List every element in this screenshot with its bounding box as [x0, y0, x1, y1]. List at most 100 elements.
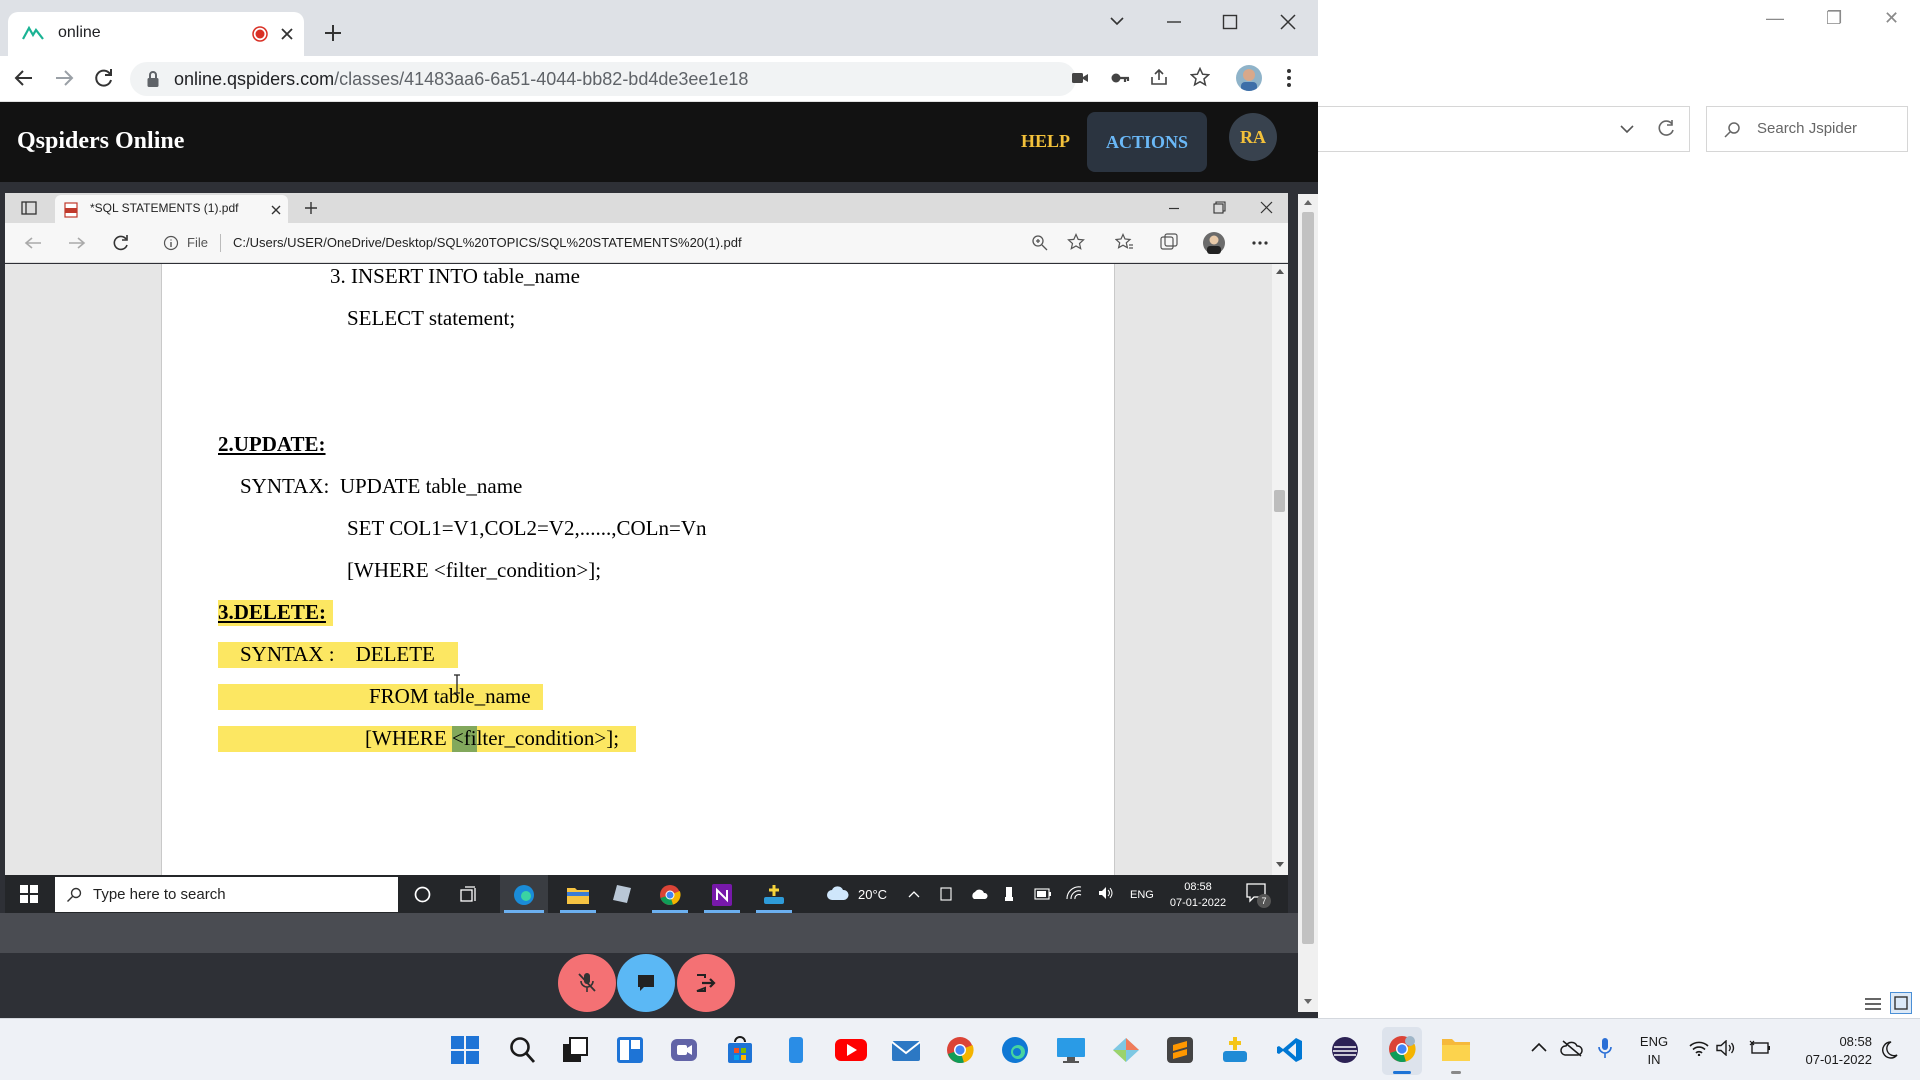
onedrive-icon[interactable]	[970, 889, 988, 900]
info-icon[interactable]	[163, 235, 179, 251]
search-input[interactable]: Search Jspider	[1706, 106, 1908, 152]
battery-icon[interactable]	[1034, 888, 1052, 900]
back-icon[interactable]	[24, 236, 42, 250]
sublime-text-icon[interactable]	[1166, 1036, 1194, 1064]
app-icon[interactable]	[1221, 1036, 1249, 1064]
maximize-icon[interactable]	[1222, 14, 1238, 30]
volume-icon[interactable]	[1716, 1040, 1736, 1056]
close-icon[interactable]	[1260, 201, 1273, 214]
minimize-icon[interactable]: —	[1766, 8, 1784, 29]
key-icon[interactable]	[1110, 70, 1130, 86]
cortana-icon[interactable]	[414, 886, 431, 903]
edge-icon[interactable]	[1001, 1036, 1029, 1064]
minimize-icon[interactable]	[1166, 20, 1182, 24]
shared-edge-address[interactable]: C:/Users/USER/OneDrive/Desktop/SQL%20TOP…	[233, 235, 742, 250]
microsoft-store-icon[interactable]	[726, 1036, 754, 1064]
mail-icon[interactable]	[891, 1036, 921, 1064]
page-scrollbar-thumb[interactable]	[1302, 212, 1314, 944]
language-indicator[interactable]: ENG	[1130, 889, 1154, 901]
lock-icon[interactable]	[146, 70, 160, 88]
phone-link-icon[interactable]	[782, 1036, 810, 1064]
pdf-scrollbar[interactable]	[1272, 264, 1288, 875]
pdf-scrollbar-thumb[interactable]	[1274, 490, 1285, 512]
camera-icon[interactable]	[1071, 71, 1089, 85]
meet-icon[interactable]	[940, 887, 952, 901]
restore-icon[interactable]	[1213, 201, 1226, 214]
battery-charging-icon[interactable]	[1749, 1040, 1771, 1056]
site-brand[interactable]: Qspiders Online	[17, 128, 184, 155]
help-link[interactable]: HELP	[1021, 131, 1070, 152]
youtube-icon[interactable]	[835, 1036, 867, 1064]
diamond-app-icon[interactable]	[1111, 1036, 1141, 1064]
menu-dots-icon[interactable]	[1286, 68, 1292, 88]
windows-start-icon[interactable]	[20, 885, 38, 903]
forward-icon[interactable]	[54, 69, 74, 87]
wifi-icon[interactable]	[1689, 1040, 1709, 1056]
task-view-icon[interactable]	[460, 886, 478, 903]
language-indicator[interactable]: ENG IN	[1636, 1033, 1672, 1069]
taskbar-clock[interactable]: 08:58 07-01-2022	[1786, 1033, 1873, 1069]
chrome-icon[interactable]	[946, 1036, 974, 1064]
new-tab-icon[interactable]	[324, 24, 342, 42]
scroll-up-icon[interactable]	[1303, 198, 1313, 206]
favorites-icon[interactable]	[1115, 233, 1134, 251]
url-text[interactable]: online.qspiders.com/classes/41483aa6-6a5…	[174, 69, 748, 90]
reload-icon[interactable]	[94, 68, 114, 88]
tiles-view-button[interactable]	[1890, 992, 1912, 1014]
this-pc-icon[interactable]	[1056, 1036, 1086, 1064]
refresh-icon[interactable]	[1658, 119, 1676, 137]
taskbar-app-edge[interactable]	[500, 875, 548, 913]
new-tab-icon[interactable]	[304, 201, 318, 215]
address-bar[interactable]	[1318, 106, 1690, 152]
task-view-icon[interactable]	[561, 1036, 589, 1064]
tab-search-icon[interactable]	[1109, 15, 1125, 27]
back-icon[interactable]	[14, 69, 34, 87]
chevron-up-icon[interactable]	[908, 890, 920, 898]
mute-microphone-button[interactable]	[558, 954, 616, 1012]
microphone-icon[interactable]	[1598, 1037, 1612, 1059]
tab-actions-icon[interactable]	[21, 201, 37, 215]
restore-icon[interactable]: ❐	[1826, 8, 1842, 29]
share-icon[interactable]	[1150, 68, 1168, 86]
taskbar-app-chrome[interactable]	[648, 875, 692, 913]
eclipse-icon[interactable]	[1331, 1036, 1359, 1064]
zoom-icon[interactable]	[1031, 234, 1048, 251]
tab-close-icon[interactable]	[270, 204, 282, 216]
weather-temperature[interactable]: 20°C	[858, 887, 887, 902]
taskbar-app-chrome-active[interactable]	[1382, 1027, 1422, 1075]
wifi-icon[interactable]	[1066, 886, 1082, 900]
chevron-up-icon[interactable]	[1531, 1042, 1547, 1052]
taskbar-app-explorer[interactable]	[556, 875, 600, 913]
scroll-down-icon[interactable]	[1303, 998, 1313, 1006]
onedrive-offline-icon[interactable]	[1560, 1039, 1584, 1057]
taskbar-app-explorer[interactable]	[1436, 1027, 1476, 1075]
details-view-icon[interactable]	[1864, 996, 1882, 1012]
taskbar-app-onenote[interactable]	[700, 875, 744, 913]
taskbar-app-misc[interactable]	[752, 875, 796, 913]
teams-chat-icon[interactable]	[670, 1036, 698, 1064]
bookmark-star-icon[interactable]	[1190, 67, 1210, 87]
usb-icon[interactable]	[1004, 886, 1014, 902]
focus-moon-icon[interactable]	[1882, 1041, 1898, 1059]
taskbar-clock[interactable]: 08:58 07-01-2022	[1162, 879, 1234, 911]
close-icon[interactable]: ✕	[1884, 8, 1899, 29]
settings-dots-icon[interactable]	[1252, 241, 1268, 245]
scroll-up-icon[interactable]	[1276, 268, 1284, 274]
windows-start-icon[interactable]	[451, 1036, 479, 1064]
refresh-icon[interactable]	[112, 234, 130, 252]
add-favorite-icon[interactable]	[1067, 233, 1087, 252]
collections-icon[interactable]	[1160, 233, 1178, 251]
taskbar-search-input[interactable]: Type here to search	[55, 877, 398, 912]
minimize-icon[interactable]	[1168, 207, 1180, 210]
browser-tab[interactable]: online	[8, 12, 304, 56]
tab-close-icon[interactable]	[280, 27, 294, 41]
widgets-icon[interactable]	[616, 1036, 644, 1064]
profile-avatar[interactable]	[1236, 65, 1262, 91]
vscode-icon[interactable]	[1276, 1036, 1304, 1064]
volume-icon[interactable]	[1098, 886, 1114, 900]
close-icon[interactable]	[1280, 14, 1296, 30]
forward-icon[interactable]	[68, 236, 86, 250]
profile-avatar[interactable]	[1203, 232, 1225, 254]
user-avatar[interactable]: RA	[1229, 113, 1277, 161]
leave-call-button[interactable]	[677, 954, 735, 1012]
